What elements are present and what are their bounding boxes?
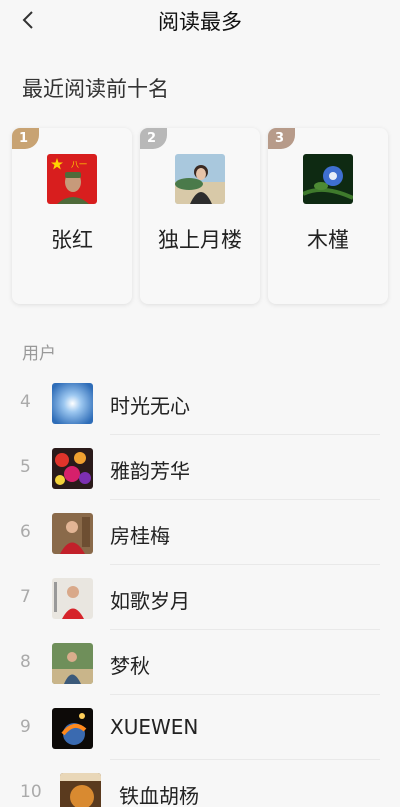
top-three-cards: 1 八一 张红 2 独上月楼 3 木槿: [12, 128, 388, 304]
list-item[interactable]: 9 XUEWEN: [0, 695, 400, 760]
rank-badge: 1: [12, 128, 39, 149]
avatar: [52, 708, 93, 749]
list-item[interactable]: 8 梦秋: [0, 630, 400, 695]
user-name: 如歌岁月: [110, 589, 190, 613]
avatar: [60, 773, 101, 807]
avatar: [52, 383, 93, 424]
rank-number: 6: [20, 522, 31, 542]
avatar: [175, 154, 225, 204]
top-card-1[interactable]: 1 八一 张红: [12, 128, 132, 304]
rank-number: 9: [20, 717, 31, 737]
user-name: 雅韵芳华: [110, 459, 190, 483]
avatar: 八一: [47, 154, 97, 204]
rank-number: 7: [20, 587, 31, 607]
rank-number: 10: [20, 782, 42, 802]
user-name: 房桂梅: [110, 524, 170, 548]
user-name: 时光无心: [110, 394, 190, 418]
header-bar: 阅读最多: [0, 0, 400, 44]
svg-text:八一: 八一: [71, 160, 87, 169]
section-title: 最近阅读前十名: [22, 77, 169, 101]
list-item[interactable]: 10 铁血胡杨: [0, 760, 400, 807]
user-name: 铁血胡杨: [119, 784, 199, 807]
avatar: [52, 578, 93, 619]
avatar: [52, 643, 93, 684]
page-title: 阅读最多: [158, 10, 242, 34]
rank-number: 8: [20, 652, 31, 672]
avatar: [303, 154, 353, 204]
list-item[interactable]: 7 如歌岁月: [0, 565, 400, 630]
rank-number: 5: [20, 457, 31, 477]
rank-badge: 2: [140, 128, 167, 149]
list-item[interactable]: 4 时光无心: [0, 370, 400, 435]
top-card-2[interactable]: 2 独上月楼: [140, 128, 260, 304]
user-name: 梦秋: [110, 654, 150, 678]
list-item[interactable]: 6 房桂梅: [0, 500, 400, 565]
avatar: [52, 513, 93, 554]
list-item[interactable]: 5 雅韵芳华: [0, 435, 400, 500]
card-name: 木槿: [307, 228, 349, 252]
user-name: XUEWEN: [110, 715, 199, 739]
ranking-list: 4 时光无心 5 雅韵芳华 6 房桂梅 7 如歌岁月 8 梦秋 9 XUEWEN…: [0, 370, 400, 807]
rank-number: 4: [20, 392, 31, 412]
users-section-label: 用户: [22, 344, 56, 364]
rank-badge: 3: [268, 128, 295, 149]
avatar: [52, 448, 93, 489]
card-name: 独上月楼: [158, 228, 242, 252]
card-name: 张红: [51, 228, 93, 252]
top-card-3[interactable]: 3 木槿: [268, 128, 388, 304]
